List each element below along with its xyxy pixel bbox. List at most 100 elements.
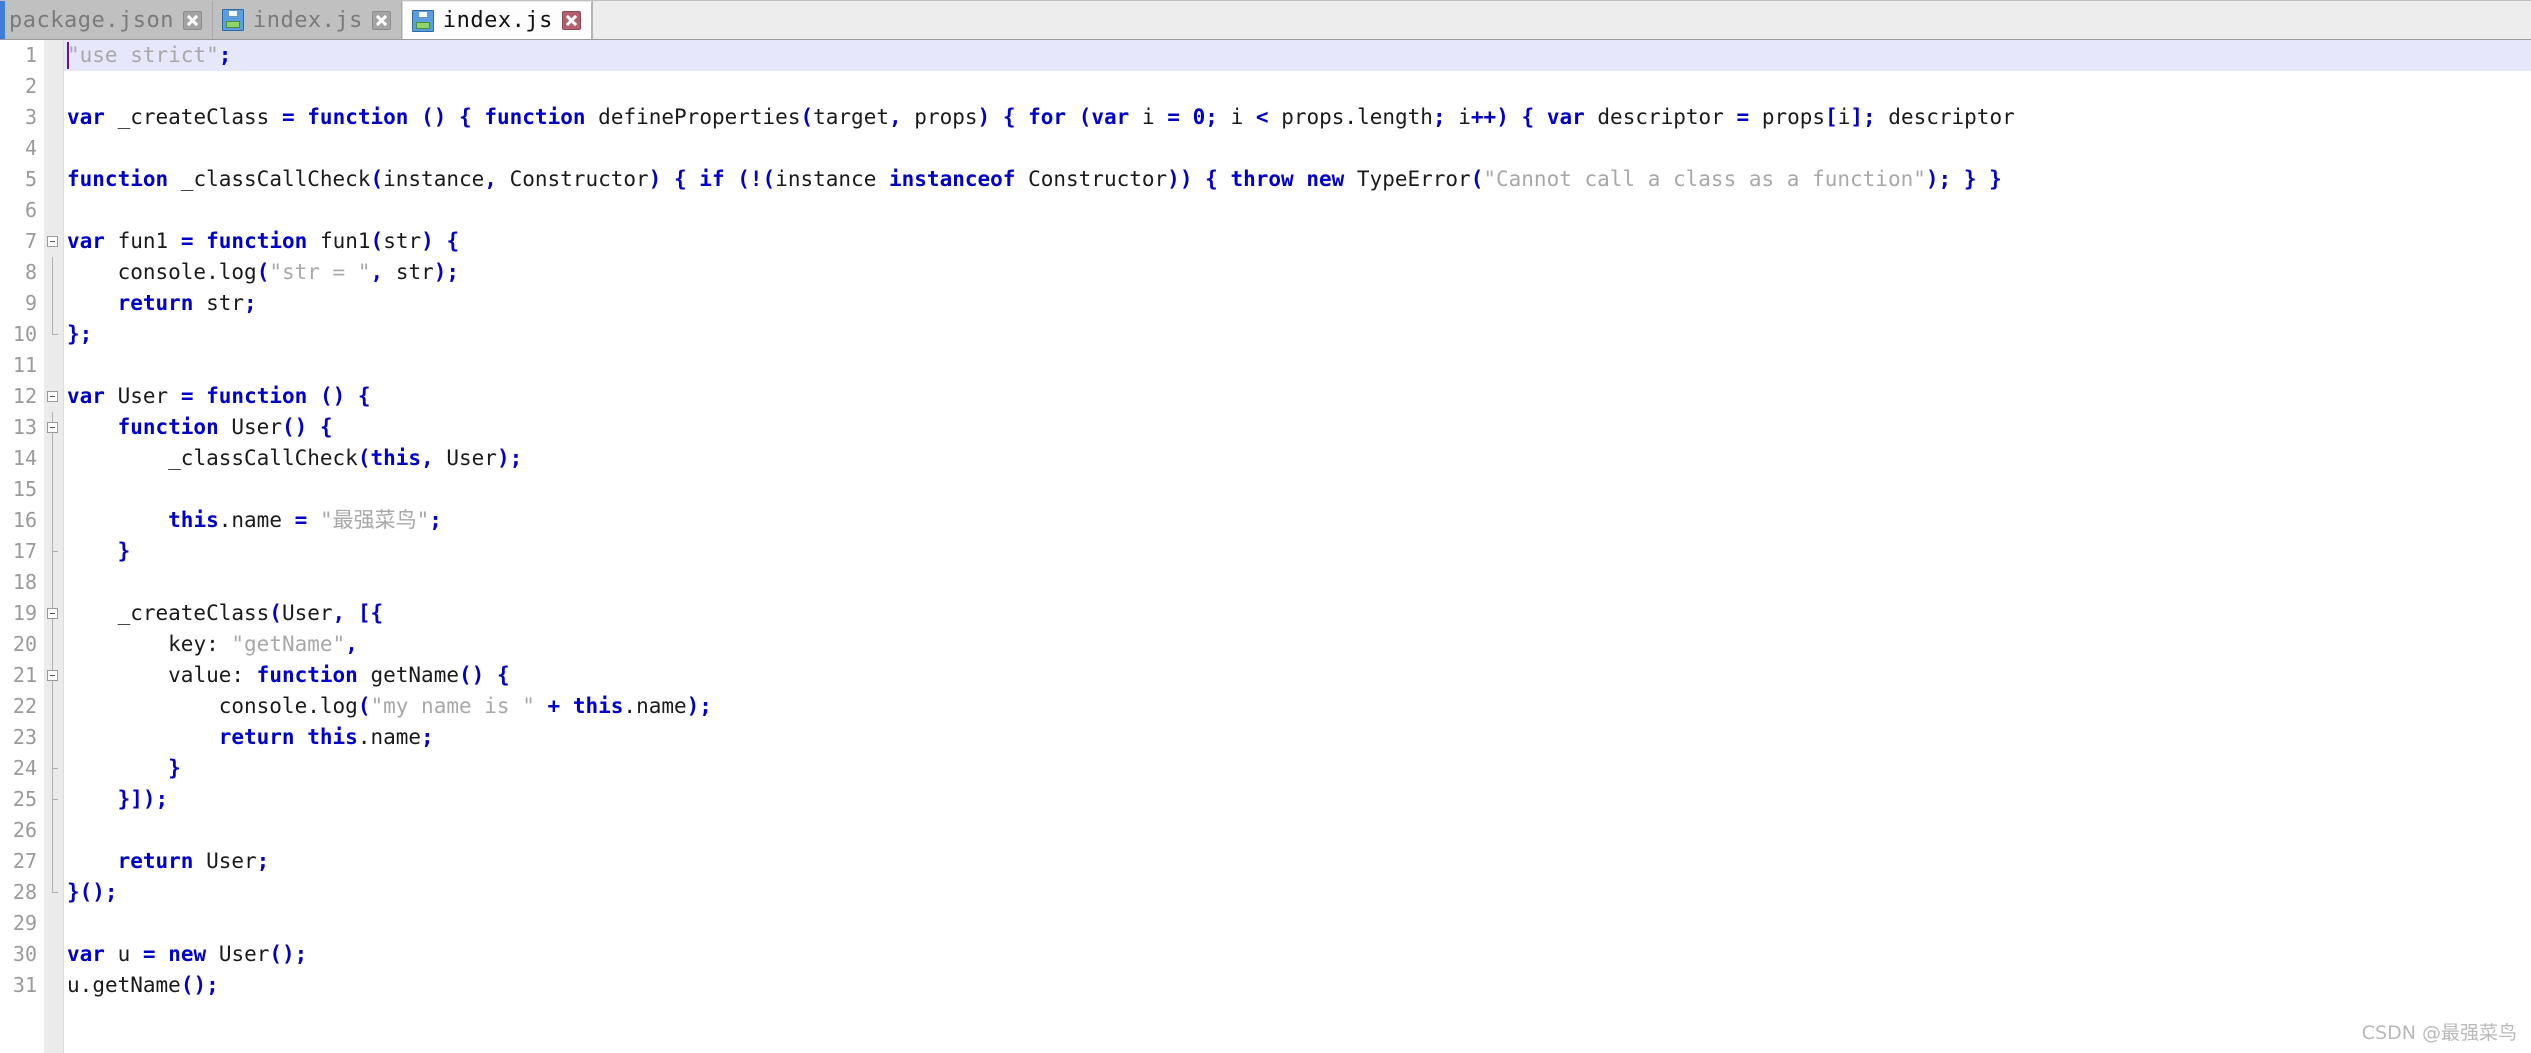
fold-cell — [44, 257, 63, 288]
fold-cell — [44, 288, 63, 319]
fold-cell — [44, 722, 63, 753]
code-line[interactable]: _classCallCheck(this, User); — [64, 443, 2531, 474]
fold-cell — [44, 412, 63, 443]
fold-connector-line — [52, 815, 53, 846]
text-caret — [67, 42, 69, 69]
fold-connector-line — [52, 257, 53, 288]
fold-collapse-icon[interactable] — [47, 391, 58, 402]
fold-connector-line — [52, 722, 53, 753]
fold-cell — [44, 350, 63, 381]
fold-cell — [44, 846, 63, 877]
tab-package-json[interactable]: package.json — [0, 1, 213, 39]
code-line[interactable]: u.getName(); — [64, 970, 2531, 1001]
tab-index-js-2[interactable]: index.js — [401, 1, 592, 39]
code-line[interactable]: "use strict"; — [64, 40, 2531, 71]
code-line[interactable]: this.name = "最强菜鸟"; — [64, 505, 2531, 536]
line-number: 5 — [24, 167, 37, 191]
code-line[interactable]: function _classCallCheck(instance, Const… — [64, 164, 2531, 195]
fold-collapse-icon[interactable] — [47, 670, 58, 681]
code-line[interactable]: }(); — [64, 877, 2531, 908]
line-number-gutter: 1 2 3 4 5 6 7 8 9 10 11 12 13 14 15 16 17 18 19 20 21 22 23 24 2… — [0, 40, 44, 1053]
code-line[interactable]: console.log("str = ", str); — [64, 257, 2531, 288]
code-line[interactable]: value: function getName() { — [64, 660, 2531, 691]
tab-bar-empty-space — [591, 1, 2531, 39]
fold-collapse-icon[interactable] — [47, 236, 58, 247]
code-line[interactable]: var u = new User(); — [64, 939, 2531, 970]
code-line[interactable]: function User() { — [64, 412, 2531, 443]
fold-cell — [44, 474, 63, 505]
close-icon[interactable] — [561, 11, 581, 30]
line-number: 12 — [12, 384, 37, 408]
fold-cell — [44, 319, 63, 350]
code-line[interactable]: var fun1 = function fun1(str) { — [64, 226, 2531, 257]
code-line[interactable] — [64, 350, 2531, 381]
line-number: 30 — [12, 942, 37, 966]
fold-cell — [44, 164, 63, 195]
code-line[interactable]: console.log("my name is " + this.name); — [64, 691, 2531, 722]
fold-end-marker — [52, 753, 58, 769]
close-icon[interactable] — [182, 10, 202, 30]
editor-tab-bar: package.json index.js index.js — [0, 0, 2531, 40]
code-line[interactable]: var _createClass = function () { functio… — [64, 102, 2531, 133]
code-line[interactable]: }]); — [64, 784, 2531, 815]
code-line[interactable] — [64, 567, 2531, 598]
line-number: 16 — [12, 508, 37, 532]
fold-cell — [44, 939, 63, 970]
code-line[interactable]: } — [64, 753, 2531, 784]
fold-cell — [44, 660, 63, 691]
line-number: 8 — [24, 260, 37, 284]
close-icon[interactable] — [371, 10, 391, 30]
line-number: 18 — [12, 570, 37, 594]
fold-cell — [44, 784, 63, 815]
code-line[interactable]: return User; — [64, 846, 2531, 877]
tab-index-js-1[interactable]: index.js — [212, 1, 402, 39]
floppy-disk-icon — [221, 9, 244, 31]
code-line[interactable] — [64, 474, 2531, 505]
watermark-text: CSDN @最强菜鸟 — [2361, 1022, 2517, 1044]
fold-cell — [44, 815, 63, 846]
line-number: 2 — [24, 74, 37, 98]
fold-collapse-icon[interactable] — [47, 422, 58, 433]
fold-collapse-icon[interactable] — [47, 608, 58, 619]
code-line[interactable]: } — [64, 536, 2531, 567]
code-line[interactable] — [64, 133, 2531, 164]
fold-cell — [44, 691, 63, 722]
fold-cell — [44, 877, 63, 908]
code-line[interactable]: return this.name; — [64, 722, 2531, 753]
fold-cell — [44, 598, 63, 629]
code-folding-strip[interactable] — [44, 40, 64, 1053]
code-line[interactable]: return str; — [64, 288, 2531, 319]
code-editor[interactable]: 1 2 3 4 5 6 7 8 9 10 11 12 13 14 15 16 17 18 19 20 21 22 23 24 2… — [0, 40, 2531, 1053]
fold-cell — [44, 133, 63, 164]
tab-label: package.json — [9, 7, 174, 33]
code-text-area[interactable]: "use strict"; var _createClass = functio… — [64, 40, 2531, 1053]
code-line[interactable] — [64, 71, 2531, 102]
line-number: 7 — [24, 229, 37, 253]
fold-cell — [44, 226, 63, 257]
line-number: 22 — [12, 694, 37, 718]
line-number: 27 — [12, 849, 37, 873]
code-line[interactable]: var User = function () { — [64, 381, 2531, 412]
code-line[interactable] — [64, 815, 2531, 846]
fold-connector-line — [52, 846, 53, 877]
code-line[interactable]: _createClass(User, [{ — [64, 598, 2531, 629]
code-line[interactable]: key: "getName", — [64, 629, 2531, 660]
line-number: 3 — [24, 105, 37, 129]
fold-connector-line — [52, 288, 53, 319]
code-line[interactable] — [64, 908, 2531, 939]
fold-end-marker — [52, 877, 58, 893]
line-number: 28 — [12, 880, 37, 904]
line-number: 10 — [12, 322, 37, 346]
line-number: 1 — [24, 43, 37, 67]
tab-accent-bar — [0, 1, 5, 39]
fold-connector-line — [52, 505, 53, 536]
fold-cell — [44, 505, 63, 536]
tab-label: index.js — [252, 7, 363, 33]
code-line[interactable] — [64, 195, 2531, 226]
fold-end-marker — [52, 319, 58, 335]
fold-connector-line — [52, 443, 53, 474]
floppy-disk-icon — [411, 9, 434, 32]
code-line[interactable]: }; — [64, 319, 2531, 350]
fold-cell — [44, 195, 63, 226]
line-number: 4 — [24, 136, 37, 160]
